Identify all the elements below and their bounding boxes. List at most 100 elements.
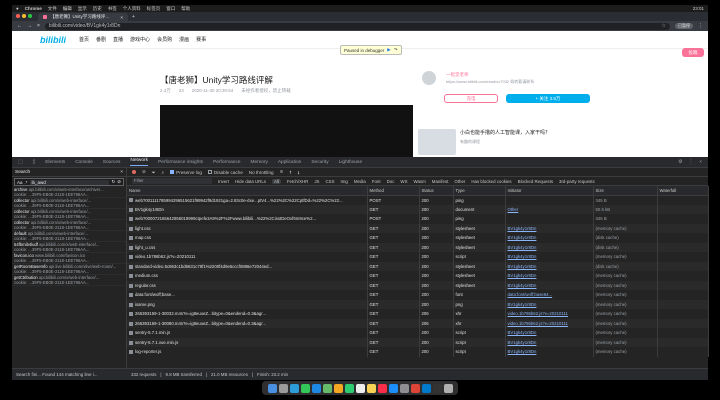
request-initiator[interactable]: BV1gk4y1r8Dn <box>505 261 594 271</box>
messages-icon[interactable] <box>300 383 310 393</box>
request-initiator[interactable]: BV1gk4y1r8Dn <box>505 337 594 347</box>
back-icon[interactable]: ← <box>17 23 22 29</box>
apple-icon[interactable]: ● <box>16 6 19 11</box>
tab-network[interactable]: Network <box>130 158 148 166</box>
appstore-icon[interactable] <box>388 383 398 393</box>
request-row[interactable]: 266393159-1-30032.m4s?e=ig8euxeZ...bityp… <box>127 309 709 319</box>
finder-icon[interactable] <box>267 383 277 393</box>
nav-item[interactable]: 番剧 <box>96 36 106 43</box>
request-row[interactable]: web?000072165642856019999ctpefe3A9%2F%2F… <box>127 214 709 224</box>
maximize-window-icon[interactable] <box>28 14 32 18</box>
search-result-item[interactable]: 54fbmib4ludf api.bilibili.com/x/web-inte… <box>12 242 126 253</box>
filter-wasm[interactable]: Wasm <box>414 179 426 184</box>
search-result-item[interactable]: collector api.bilibili.com/x/web-interfa… <box>12 198 126 209</box>
request-row[interactable]: light.css GET 200 stylesheet BV1gk4y1r8Dn (me… <box>127 223 709 233</box>
notes-icon[interactable] <box>366 383 376 393</box>
tab-elements[interactable]: Elements <box>45 160 65 165</box>
bilibili-logo[interactable]: bilibili <box>40 35 66 45</box>
menu-item[interactable]: 书签 <box>108 6 117 12</box>
import-icon[interactable]: ⭡ <box>289 170 291 175</box>
filter-icon[interactable]: ⏷ <box>152 170 156 175</box>
request-initiator[interactable]: BV1gk4y1r8Dn <box>505 233 594 243</box>
charge-button[interactable]: 充电 <box>444 94 498 103</box>
request-row[interactable]: video.1b786b62.js?v=20210111 GET 200 script… <box>127 252 709 262</box>
search-input[interactable]: ib_awd <box>29 179 110 185</box>
request-row[interactable]: web?001111785994296515621f99942f9d1921ga… <box>127 195 709 205</box>
request-initiator[interactable] <box>505 195 594 205</box>
nav-item[interactable]: 会员购 <box>157 36 172 43</box>
request-row[interactable]: BV1gk4y1r8Dn GET 200 document Other 50.5 kB <box>127 204 709 214</box>
request-row[interactable]: map.css GET 200 stylesheet BV1gk4y1r8Dn (disk… <box>127 233 709 243</box>
request-row[interactable]: log-reporter.js GET 200 script BV1gk4y1r8Dn(… <box>127 347 709 357</box>
trash-icon[interactable] <box>443 383 453 393</box>
tab-performance[interactable]: Performance <box>213 160 240 165</box>
browser-menu-icon[interactable]: ⋮ <box>698 23 703 29</box>
search-result-item[interactable]: collector api.bilibili.com/x/web-interfa… <box>12 220 126 231</box>
menu-item[interactable]: 历史 <box>93 6 102 12</box>
col-waterfall[interactable]: Waterfall <box>657 186 709 196</box>
menu-item[interactable]: 标签页 <box>147 6 161 12</box>
tab-security[interactable]: Security <box>311 160 328 165</box>
inspect-icon[interactable]: ⬚ <box>18 160 23 165</box>
request-initiator[interactable]: BV1gk4y1r8Dn <box>505 242 594 252</box>
menu-app-name[interactable]: Chrome <box>25 6 42 11</box>
follow-button[interactable]: + 关注 3.8万 <box>506 94 590 103</box>
calendar-icon[interactable] <box>355 383 365 393</box>
filter-input[interactable]: Filter <box>132 178 212 184</box>
request-row[interactable]: isame.png GET 200 png BV1gk4y1r8Dn (memory ca… <box>127 299 709 309</box>
launchpad-icon[interactable] <box>278 383 288 393</box>
new-tab-icon[interactable]: + <box>132 14 135 20</box>
filter-fetch-xhr[interactable]: Fetch/XHR <box>287 179 308 184</box>
regex-icon[interactable]: .* <box>25 180 28 185</box>
close-window-icon[interactable] <box>16 14 20 18</box>
disable-cache-checkbox[interactable]: Disable cache <box>207 169 243 175</box>
menu-item[interactable]: 窗口 <box>166 6 175 12</box>
search-result-item[interactable]: archive api.bilibili.com/x/web-interface… <box>12 187 126 198</box>
filter-img[interactable]: Img <box>341 179 348 184</box>
request-initiator[interactable]: BV1gk4y1r8Dn <box>505 223 594 233</box>
video-player[interactable] <box>160 105 413 158</box>
filter-blocked-cookies[interactable]: Has blocked cookies <box>471 179 511 184</box>
recommend-card[interactable]: 小白也能手撸的人工智能课，入家干吗？ 有趣的课程 <box>418 129 590 157</box>
filter-doc[interactable]: Doc <box>387 179 395 184</box>
request-row[interactable]: sentry-5.7.1.vue.min.js GET 200 script BV1gk… <box>127 337 709 347</box>
vscode-icon[interactable] <box>421 383 431 393</box>
search-result-item[interactable]: favicon.ico www.bilibili.com/favicon.ico… <box>12 253 126 264</box>
nav-item[interactable]: 游戏中心 <box>130 36 150 43</box>
stop-loading-icon[interactable]: × <box>37 23 40 29</box>
terminal-icon[interactable] <box>432 383 442 393</box>
filter-font[interactable]: Font <box>372 179 381 184</box>
search-icon[interactable]: ⌕ <box>162 170 165 175</box>
request-row[interactable]: sentry-5.7.1.min.js GET 200 script BV1gk4y1r… <box>127 328 709 338</box>
tab-lighthouse[interactable]: Lighthouse <box>339 160 362 165</box>
request-row[interactable]: medium.css GET 200 stylesheet BV1gk4y1r8Dn (m… <box>127 271 709 281</box>
browser-tab[interactable]: 【唐老狮】Unity学习路线评... × <box>38 13 128 21</box>
request-row[interactable]: light_u.css GET 200 stylesheet BV1gk4y1r8Dn(… <box>127 242 709 252</box>
clear-log-icon[interactable]: ⊘ <box>142 169 146 175</box>
bookmark-star-icon[interactable]: ☆ <box>662 23 666 29</box>
tab-application[interactable]: Application <box>278 160 301 165</box>
filter-media[interactable]: Media <box>354 179 366 184</box>
tab-close-icon[interactable]: × <box>120 15 123 20</box>
request-initiator[interactable]: video.1b786b62.js?v=20210111 <box>505 309 594 319</box>
settings-app-icon[interactable] <box>399 383 409 393</box>
request-row[interactable]: data:font/woff;base... GET 200 font data:fon… <box>127 290 709 300</box>
filter-other[interactable]: Other <box>454 179 465 184</box>
menu-item[interactable]: 个人资料 <box>123 6 141 12</box>
nav-item[interactable]: 直播 <box>113 36 123 43</box>
nav-item[interactable]: 首页 <box>79 36 89 43</box>
refresh-icon[interactable]: ↻ <box>111 179 115 185</box>
wifi-icon[interactable]: ≋ <box>280 169 284 175</box>
request-row[interactable]: 266393159-1-30080.m4s?e=ig8euxeZ...bityp… <box>127 318 709 328</box>
menu-item[interactable]: 文件 <box>48 6 57 12</box>
col-initiator[interactable]: Initiator <box>505 186 594 196</box>
col-status[interactable]: Status <box>419 186 454 196</box>
resume-icon[interactable]: ▶ <box>387 47 390 53</box>
preserve-log-checkbox[interactable]: Preserve log <box>170 169 202 175</box>
filter-hide-data-urls[interactable]: Hide data URLs <box>235 179 266 184</box>
chrome-icon[interactable] <box>410 383 420 393</box>
profile-button[interactable]: 已暂停 <box>675 23 693 29</box>
request-initiator[interactable]: video.1b786b62.js?v=20210111 <box>505 318 594 328</box>
close-devtools-icon[interactable]: × <box>699 160 702 165</box>
nav-item[interactable]: 赛事 <box>196 36 206 43</box>
